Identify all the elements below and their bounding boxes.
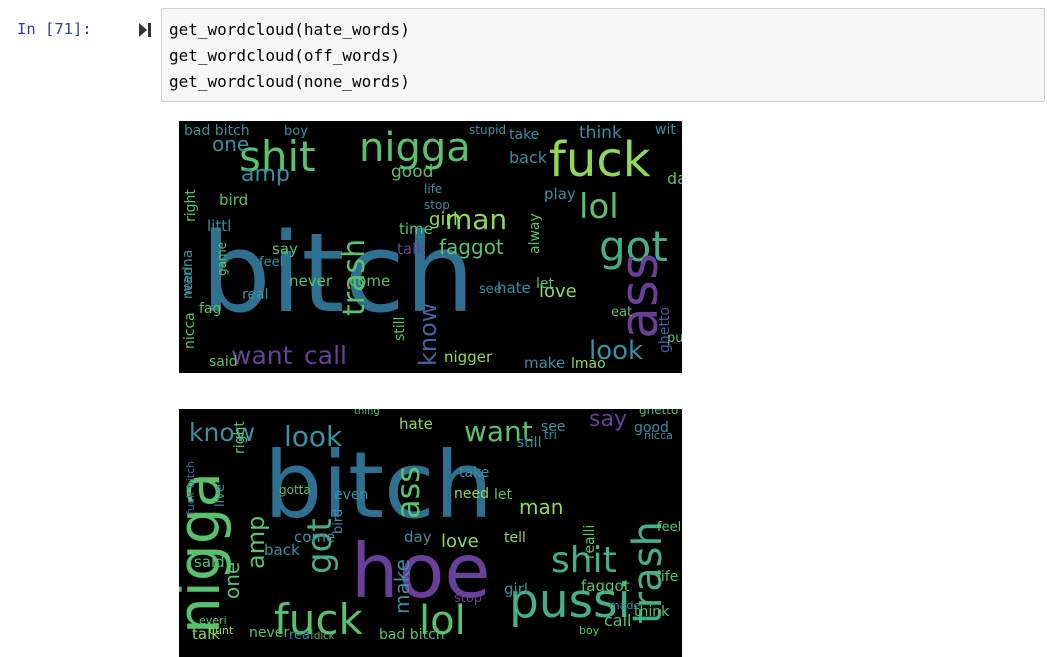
wordcloud-output-2: bitch hoe nigga pussi fuck lol shit trash know lo…: [179, 409, 682, 657]
wordcloud-word: girl: [504, 580, 528, 598]
wordcloud-word: take: [459, 465, 489, 481]
wordcloud-image-1: bitchhoepussishitniggafucklolgotasstrash…: [180, 122, 682, 372]
wordcloud-word: bad bitch: [379, 627, 445, 643]
wordcloud-word: made: [609, 599, 640, 612]
wordcloud-word: stupid: [469, 123, 506, 137]
wordcloud-word: call: [604, 611, 632, 630]
wordcloud-word: nicca: [644, 429, 673, 442]
wordcloud-word: boy: [284, 124, 308, 139]
wordcloud-word: ghetto: [639, 409, 678, 417]
wordcloud-word: bad bitch: [184, 123, 250, 139]
wordcloud-word: wit: [655, 122, 676, 138]
wordcloud-word: nigger: [444, 348, 493, 366]
wordcloud-word: come: [349, 272, 390, 290]
wordcloud-word: life: [424, 182, 442, 196]
wordcloud-word: faggot: [581, 577, 630, 595]
wordcloud-word: play: [544, 185, 576, 203]
wordcloud-word: tri: [544, 428, 557, 442]
wordcloud-word: boy: [579, 624, 600, 637]
wordcloud-word: think: [579, 123, 622, 143]
wordcloud-word: ass: [389, 466, 427, 519]
wordcloud-word: never: [289, 272, 333, 290]
wordcloud-word: lmao: [571, 356, 606, 372]
code-line: get_wordcloud(off_words): [169, 46, 401, 65]
wordcloud-word: realli: [582, 525, 598, 559]
wordcloud-word: let: [536, 276, 555, 292]
wordcloud-word: right: [232, 421, 248, 454]
wordcloud-word: real: [289, 628, 314, 643]
wordcloud-word: feel: [259, 255, 283, 270]
wordcloud-word: right: [183, 189, 199, 222]
wordcloud-word: come: [294, 528, 335, 546]
wordcloud-word: faggot: [439, 235, 504, 259]
wordcloud-word: nicca: [182, 312, 198, 349]
wordcloud-word: lol: [579, 187, 619, 227]
wordcloud-word: never: [249, 625, 289, 641]
wordcloud-word: stop: [454, 591, 482, 606]
wordcloud-word: want: [231, 341, 293, 370]
wordcloud-word: still: [517, 435, 541, 451]
wordcloud-word: hate: [497, 279, 531, 297]
cell-prompt: In [71]:: [17, 20, 92, 38]
wordcloud-word: back: [509, 148, 548, 167]
code-editor[interactable]: get_wordcloud(hate_words) get_wordcloud(o…: [169, 17, 410, 95]
wordcloud-word: talk: [397, 240, 425, 258]
wordcloud-word: let: [494, 487, 513, 503]
wordcloud-word: still: [392, 317, 408, 341]
wordcloud-word: day: [404, 528, 432, 546]
wordcloud-image-2: bitchhoenigga pussifuck lolshit trashknow lo…: [179, 409, 681, 644]
wordcloud-word: dick: [314, 631, 335, 642]
wordcloud-word: day: [667, 169, 682, 188]
wordcloud-word: time: [399, 220, 433, 238]
code-line: get_wordcloud(none_words): [169, 72, 410, 91]
wordcloud-word: make: [390, 559, 414, 614]
wordcloud-word: hate: [399, 415, 433, 433]
wordcloud-word: said: [209, 354, 238, 370]
wordcloud-word: cunt: [209, 624, 234, 637]
wordcloud-word: alway: [527, 213, 543, 254]
wordcloud-word: bird: [219, 191, 248, 209]
wordcloud-word: tell: [504, 530, 526, 546]
wordcloud-word: need: [454, 486, 489, 502]
wordcloud-word: eat: [611, 305, 632, 320]
wordcloud-word: look: [284, 420, 343, 453]
wordcloud-word: littl: [207, 217, 231, 235]
wordcloud-word: love: [441, 531, 479, 552]
wordcloud-word: see: [479, 282, 502, 297]
wordcloud-word: game: [215, 242, 229, 276]
wordcloud-word: feel: [657, 520, 681, 535]
wordcloud-word: good: [391, 162, 433, 182]
wordcloud-word: wanna: [180, 250, 196, 296]
wordcloud-word: know: [414, 303, 442, 366]
wordcloud-word: even: [334, 487, 368, 503]
wordcloud-word: fuck bitch: [184, 461, 197, 515]
wordcloud-word: bird: [331, 509, 346, 534]
wordcloud-word: put: [667, 331, 682, 346]
wordcloud-word: girl: [429, 209, 458, 230]
wordcloud-word: call: [304, 341, 347, 370]
wordcloud-word: life: [657, 569, 678, 585]
wordcloud-word: make: [524, 354, 565, 372]
wordcloud-word: gotta: [279, 483, 311, 497]
wordcloud-word: live: [213, 484, 228, 507]
wordcloud-output-1: bitchhoepussishitniggafucklolgotasstrash…: [179, 121, 682, 373]
wordcloud-word: say: [589, 409, 627, 432]
step-run-icon[interactable]: [138, 22, 152, 38]
wordcloud-word: stop: [424, 198, 450, 212]
code-line: get_wordcloud(hate_words): [169, 20, 410, 39]
wordcloud-word: real: [242, 287, 269, 303]
code-input-area[interactable]: get_wordcloud(hate_words) get_wordcloud(o…: [161, 8, 1045, 102]
wordcloud-word: fag: [199, 301, 221, 317]
wordcloud-word: man: [519, 495, 563, 519]
wordcloud-word: thing: [354, 409, 380, 417]
wordcloud-word: said: [194, 553, 225, 571]
wordcloud-word: amp: [241, 162, 290, 187]
wordcloud-word: take: [509, 127, 539, 143]
